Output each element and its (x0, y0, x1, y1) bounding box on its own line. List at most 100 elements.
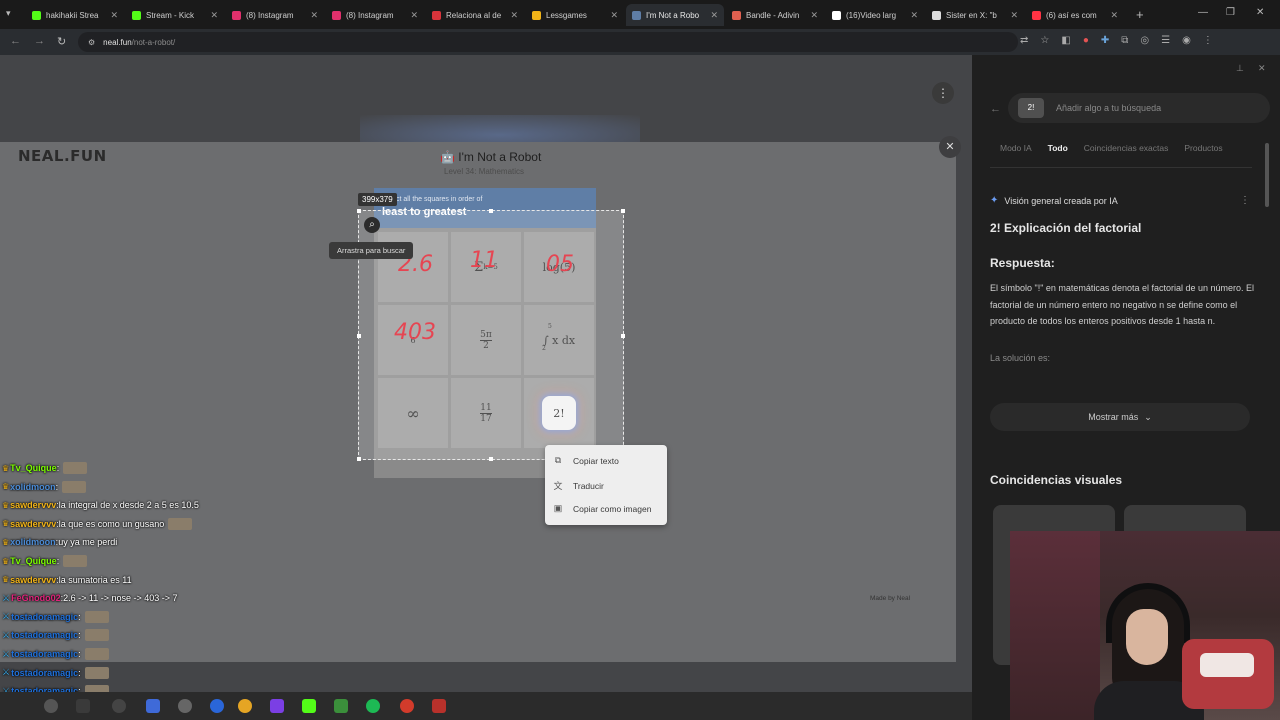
app-icon[interactable] (146, 699, 160, 713)
bookmark-star-icon[interactable]: ☆ (1040, 35, 1049, 46)
resize-handle[interactable] (489, 457, 493, 461)
browser-tab[interactable]: Relaciona al de ✕ (426, 4, 524, 26)
sword-badge-icon: ⚔ (2, 667, 11, 678)
forward-icon[interactable]: → (34, 35, 45, 47)
record-icon[interactable]: ● (1083, 35, 1089, 46)
ai-options-icon[interactable]: ⋮ (1240, 195, 1250, 206)
reload-icon[interactable]: ↻ (57, 35, 66, 48)
chat-username[interactable]: tostadoramagic (11, 668, 78, 678)
menu-item-copy-image[interactable]: ▣ Copiar como imagen (553, 503, 652, 514)
tab-close-icon[interactable]: ✕ (310, 10, 318, 21)
search-icon[interactable] (44, 699, 58, 713)
close-panel-icon[interactable]: ✕ (1258, 63, 1266, 74)
task-view-icon[interactable] (76, 699, 90, 713)
chat-text: 2.6 -> 11 -> nose -> 403 -> 7 (63, 593, 178, 604)
browser-tab[interactable]: Sister en X: "b ✕ (926, 4, 1024, 26)
profile-icon[interactable]: ◉ (1182, 35, 1191, 46)
chat-username[interactable]: tostadoramagic (11, 612, 78, 622)
browser-tab[interactable]: (8) Instagram ✕ (226, 4, 324, 26)
translate-icon[interactable]: ⇄ (1020, 35, 1028, 46)
chat-username[interactable]: xolidmoon (10, 537, 56, 547)
minecraft-icon[interactable] (334, 699, 348, 713)
chat-username[interactable]: xolidmoon (10, 482, 56, 492)
spotify-icon[interactable] (366, 699, 380, 713)
chat-username[interactable]: tostadoramagic (11, 649, 78, 659)
discord-icon[interactable] (210, 699, 224, 713)
search-placeholder[interactable]: Añadir algo a tu búsqueda (1056, 103, 1161, 113)
puzzle-icon[interactable]: ✚ (1101, 35, 1109, 46)
minimize-icon[interactable]: — (1198, 7, 1208, 18)
tab-exact-matches[interactable]: Coincidencias exactas (1084, 143, 1169, 153)
maximize-icon[interactable]: ❐ (1226, 7, 1235, 18)
obs-icon[interactable] (112, 699, 126, 713)
chat-username[interactable]: FeGnodo02 (11, 593, 61, 603)
resize-handle[interactable] (621, 334, 625, 338)
lens-search-icon[interactable]: ⌕ (364, 217, 380, 233)
address-bar[interactable]: ⚙ neal.fun/not-a-robot/ (78, 32, 1018, 52)
chrome-active-icon[interactable] (400, 699, 414, 713)
tab-products[interactable]: Productos (1184, 143, 1222, 153)
new-tab-button[interactable]: + (1136, 7, 1144, 22)
show-more-button[interactable]: Mostrar más ⌄ (990, 403, 1250, 431)
lens-options-icon[interactable]: ⋮ (932, 82, 954, 104)
made-by-credit[interactable]: Made by Neal (870, 595, 910, 602)
app-icon[interactable] (432, 699, 446, 713)
visual-matches-heading: Coincidencias visuales (990, 473, 1123, 487)
chrome-icon[interactable] (238, 699, 252, 713)
resize-handle[interactable] (357, 209, 361, 213)
close-window-icon[interactable]: ✕ (1256, 7, 1264, 18)
tab-ai-mode[interactable]: Modo IA (1000, 143, 1032, 153)
chat-username[interactable]: Tv_Quique (10, 463, 57, 473)
chat-emote (168, 517, 193, 530)
tab-close-icon[interactable]: ✕ (410, 10, 418, 21)
chat-username[interactable]: tostadoramagic (11, 630, 78, 640)
app-icon[interactable] (270, 699, 284, 713)
tab-all[interactable]: Todo (1048, 143, 1068, 153)
close-lens-icon[interactable]: ✕ (939, 136, 961, 158)
chat-username[interactable]: sawdervvv (10, 575, 56, 585)
tab-close-icon[interactable]: ✕ (1110, 10, 1118, 21)
resize-handle[interactable] (357, 334, 361, 338)
back-icon[interactable]: ← (10, 35, 21, 47)
chat-username[interactable]: Tv_Quique (10, 556, 57, 566)
tab-close-icon[interactable]: ✕ (1010, 10, 1018, 21)
list-icon[interactable]: ☰ (1161, 35, 1170, 46)
chat-username[interactable]: sawdervvv (10, 519, 56, 529)
scrollbar[interactable] (1265, 143, 1269, 207)
tab-close-icon[interactable]: ✕ (610, 10, 618, 21)
menu-kebab-icon[interactable]: ⋮ (1203, 35, 1213, 46)
browser-tab[interactable]: (6) así es com ✕ (1026, 4, 1124, 26)
extensions-icon[interactable]: ⧉ (1121, 35, 1128, 46)
pin-icon[interactable]: ⊥ (1236, 63, 1244, 74)
menu-item-label: Copiar como imagen (573, 503, 652, 514)
browser-tab[interactable]: (8) Instagram ✕ (326, 4, 424, 26)
extension-icon[interactable]: ◧ (1061, 35, 1070, 46)
menu-item-copy-text[interactable]: ⧉ Copiar texto (553, 455, 619, 466)
browser-tab[interactable]: hakihakii Strea ✕ (26, 4, 124, 26)
chat-username[interactable]: sawdervvv (10, 500, 56, 510)
tab-close-icon[interactable]: ✕ (210, 10, 218, 21)
chat-separator: : (78, 630, 81, 641)
resize-handle[interactable] (357, 457, 361, 461)
tab-close-icon[interactable]: ✕ (810, 10, 818, 21)
browser-tab[interactable]: I'm Not a Robo ✕ (626, 4, 724, 26)
app-icon[interactable] (178, 699, 192, 713)
back-icon[interactable]: ← (990, 103, 1001, 115)
browser-tab[interactable]: Lessgames ✕ (526, 4, 624, 26)
site-logo[interactable]: NEAL.FUN (18, 147, 107, 165)
browser-tab[interactable]: (16)Video larg ✕ (826, 4, 924, 26)
browser-tab[interactable]: Stream - Kick ✕ (126, 4, 224, 26)
resize-handle[interactable] (489, 209, 493, 213)
browser-tab[interactable]: Bandle - Adivin ✕ (726, 4, 824, 26)
menu-item-translate[interactable]: 文 Traducir (553, 479, 603, 492)
site-info-icon[interactable]: ⚙ (88, 38, 95, 47)
tab-close-icon[interactable]: ✕ (910, 10, 918, 21)
tab-close-icon[interactable]: ✕ (110, 10, 118, 21)
search-thumbnail[interactable]: 2! (1018, 98, 1044, 118)
kick-icon[interactable] (302, 699, 316, 713)
resize-handle[interactable] (621, 209, 625, 213)
tab-search-icon[interactable]: ▾ (6, 8, 11, 19)
tab-close-icon[interactable]: ✕ (710, 10, 718, 21)
lens-icon[interactable]: ◎ (1140, 35, 1149, 46)
tab-close-icon[interactable]: ✕ (510, 10, 518, 21)
